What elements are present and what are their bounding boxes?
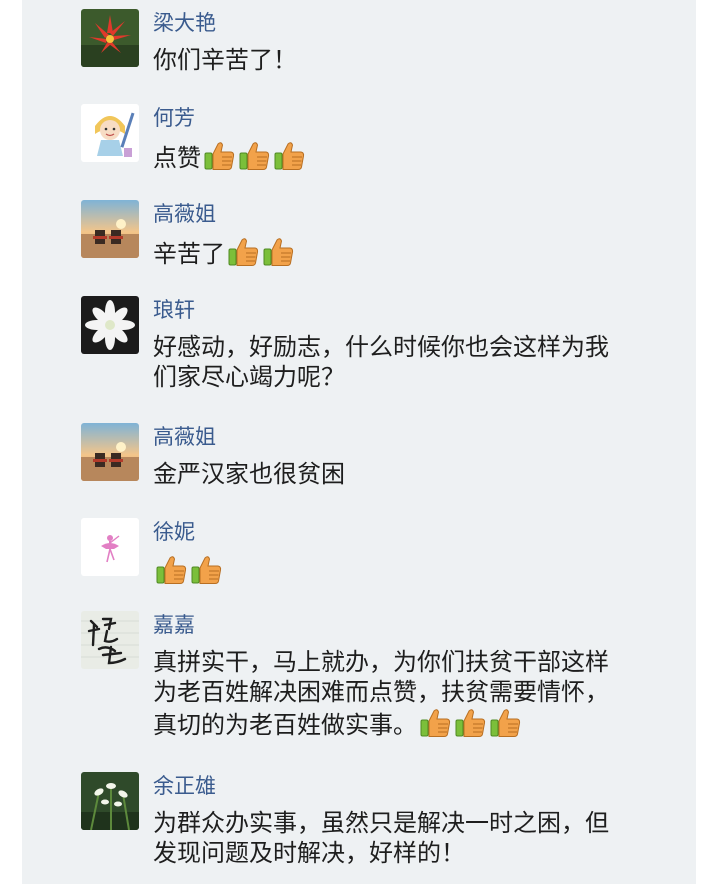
commenter-name[interactable]: 高薇姐 — [153, 200, 216, 228]
comment-text: 真拼实干，马上就办，为你们扶贫干部这样 为老百姓解决困难而点赞，扶贫需要情怀， … — [153, 648, 609, 739]
comment-text: 好感动，好励志，什么时候你也会这样为我 们家尽心竭力呢？ — [153, 333, 609, 391]
comment-text: 金严汉家也很贫困 — [153, 460, 345, 488]
ballerina-avatar[interactable] — [81, 518, 139, 576]
thumbs-up-group — [417, 709, 522, 739]
cartoon-girl-avatar[interactable] — [81, 104, 139, 162]
sunset-beach-avatar[interactable] — [81, 423, 139, 481]
commenter-name[interactable]: 余正雄 — [153, 772, 216, 800]
commenter-name[interactable]: 梁大艳 — [153, 9, 216, 37]
sunset-beach-avatar[interactable] — [81, 200, 139, 258]
commenter-name[interactable]: 徐妮 — [153, 518, 195, 546]
thumbs-up-group — [153, 556, 223, 586]
commenter-name[interactable]: 琅轩 — [153, 296, 195, 324]
thumbs-up-icon — [262, 236, 295, 268]
thumbs-up-icon — [203, 140, 236, 172]
red-flower-avatar[interactable] — [81, 9, 139, 67]
comment-text: 点赞 — [153, 140, 673, 173]
comment-list: 梁大艳 你们辛苦了！ 何芳 点赞 高薇姐 辛苦了 琅轩 好感动，好励志，什么时候… — [22, 0, 696, 884]
white-orchid-avatar[interactable] — [81, 772, 139, 830]
commenter-name[interactable]: 高薇姐 — [153, 423, 216, 451]
white-flower-avatar[interactable] — [81, 296, 139, 354]
thumbs-up-icon — [190, 554, 223, 586]
thumbs-up-icon — [489, 707, 522, 739]
calligraphy-avatar[interactable] — [81, 611, 139, 669]
thumbs-up-icon — [227, 236, 260, 268]
thumbs-up-icon — [419, 707, 452, 739]
thumbs-up-icon — [155, 554, 188, 586]
thumbs-up-icon — [454, 707, 487, 739]
thumbs-up-group — [201, 142, 306, 172]
thumbs-up-icon — [273, 140, 306, 172]
commenter-name[interactable]: 嘉嘉 — [153, 611, 195, 639]
comment-text: 你们辛苦了！ — [153, 46, 297, 74]
comment-text: 辛苦了 — [153, 236, 673, 269]
comment-text: 为群众办实事，虽然只是解决一时之困，但 发现问题及时解决，好样的！ — [153, 809, 609, 867]
comment-text — [153, 554, 673, 587]
commenter-name[interactable]: 何芳 — [153, 104, 195, 132]
thumbs-up-group — [225, 238, 295, 268]
thumbs-up-icon — [238, 140, 271, 172]
